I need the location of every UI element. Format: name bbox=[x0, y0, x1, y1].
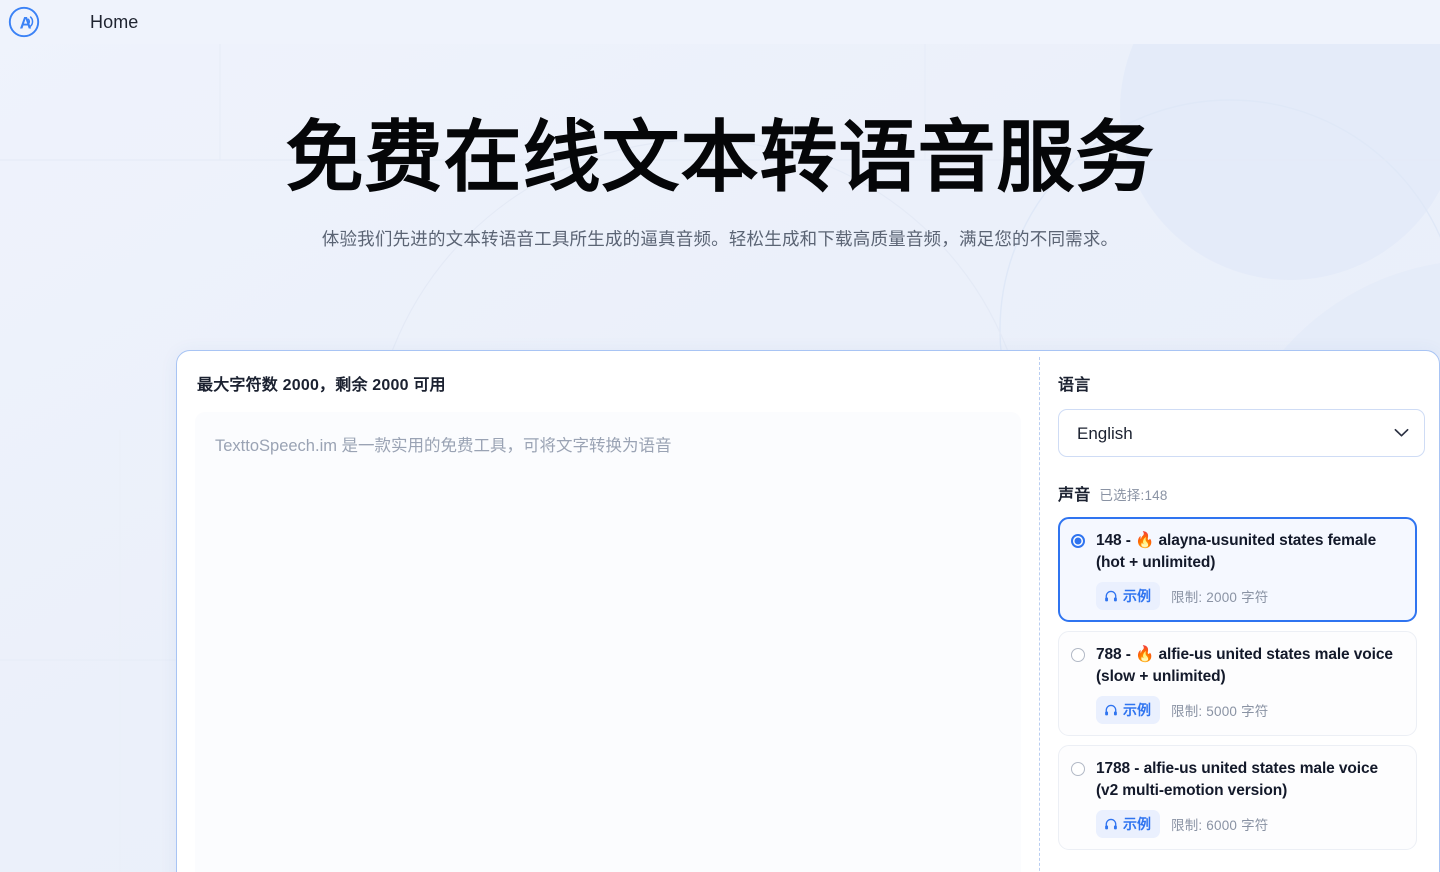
svg-text:A: A bbox=[20, 14, 32, 32]
sample-button-label: 示例 bbox=[1123, 588, 1151, 604]
headphones-icon bbox=[1105, 590, 1117, 602]
page-subtitle: 体验我们先进的文本转语音工具所生成的逼真音频。轻松生成和下载高质量音频，满足您的… bbox=[321, 228, 1119, 249]
sample-button-label: 示例 bbox=[1123, 702, 1151, 718]
voice-item-top: 148 - 🔥 alayna-usunited states female (h… bbox=[1071, 530, 1402, 574]
sample-button-label: 示例 bbox=[1123, 816, 1151, 832]
nav-item-home[interactable]: Home bbox=[90, 12, 138, 33]
site-header: A Home bbox=[0, 0, 1440, 44]
text-input-textarea[interactable] bbox=[195, 412, 1021, 872]
editor-pane: 最大字符数 2000，剩余 2000 可用 bbox=[177, 351, 1039, 872]
voice-item-top: 788 - 🔥 alfie-us united states male voic… bbox=[1071, 644, 1402, 688]
voice-item-name: 148 - 🔥 alayna-usunited states female (h… bbox=[1096, 530, 1402, 574]
voice-list[interactable]: 148 - 🔥 alayna-usunited states female (h… bbox=[1058, 517, 1425, 855]
tts-main-card: 最大字符数 2000，剩余 2000 可用 语言 English 声音 已选择:… bbox=[176, 350, 1440, 872]
hero-section: 免费在线文本转语音服务 体验我们先进的文本转语音工具所生成的逼真音频。轻松生成和… bbox=[0, 44, 1440, 251]
voice-item-prefix: 788 - bbox=[1096, 646, 1136, 663]
broadcast-a-icon: A bbox=[8, 6, 40, 38]
language-select-wrapper: English bbox=[1058, 409, 1425, 457]
voice-limit-text: 限制: 2000 字符 bbox=[1171, 590, 1269, 605]
sample-play-button[interactable]: 示例 bbox=[1096, 810, 1160, 838]
voice-limit-text: 限制: 6000 字符 bbox=[1171, 818, 1269, 833]
headphones-icon bbox=[1105, 704, 1117, 716]
language-label: 语言 bbox=[1058, 377, 1091, 394]
voice-selected-text: 已选择:148 bbox=[1099, 488, 1168, 503]
voice-item-top: 1788 - alfie-us united states male voice… bbox=[1071, 758, 1402, 802]
flame-icon: 🔥 bbox=[1135, 532, 1155, 549]
voice-item-name: 788 - 🔥 alfie-us united states male voic… bbox=[1096, 644, 1402, 688]
flame-icon: 🔥 bbox=[1135, 646, 1155, 663]
options-pane: 语言 English 声音 已选择:148 148 - 🔥 alayna-usu… bbox=[1040, 351, 1439, 872]
character-count-label: 最大字符数 2000，剩余 2000 可用 bbox=[197, 377, 446, 394]
voice-radio[interactable] bbox=[1071, 534, 1085, 548]
voice-list-item[interactable]: 148 - 🔥 alayna-usunited states female (h… bbox=[1058, 517, 1417, 622]
voice-list-item[interactable]: 1788 - alfie-us united states male voice… bbox=[1058, 745, 1417, 850]
logo[interactable]: A bbox=[4, 2, 44, 42]
language-select[interactable]: English bbox=[1058, 409, 1425, 457]
voice-item-prefix: 148 - bbox=[1096, 532, 1136, 549]
voice-item-prefix: 1788 - bbox=[1096, 760, 1144, 777]
voice-item-bottom: 示例 限制: 5000 字符 bbox=[1096, 696, 1402, 724]
sample-play-button[interactable]: 示例 bbox=[1096, 582, 1160, 610]
voice-item-bottom: 示例 限制: 6000 字符 bbox=[1096, 810, 1402, 838]
voice-label: 声音 bbox=[1058, 487, 1091, 504]
voice-item-bottom: 示例 限制: 2000 字符 bbox=[1096, 582, 1402, 610]
voice-item-name: 1788 - alfie-us united states male voice… bbox=[1096, 758, 1402, 802]
voice-header: 声音 已选择:148 bbox=[1058, 481, 1425, 505]
voice-list-item[interactable]: 788 - 🔥 alfie-us united states male voic… bbox=[1058, 631, 1417, 736]
voice-radio[interactable] bbox=[1071, 762, 1085, 776]
voice-limit-text: 限制: 5000 字符 bbox=[1171, 704, 1269, 719]
headphones-icon bbox=[1105, 818, 1117, 830]
page-title: 免费在线文本转语音服务 bbox=[285, 113, 1155, 201]
sample-play-button[interactable]: 示例 bbox=[1096, 696, 1160, 724]
voice-radio[interactable] bbox=[1071, 648, 1085, 662]
